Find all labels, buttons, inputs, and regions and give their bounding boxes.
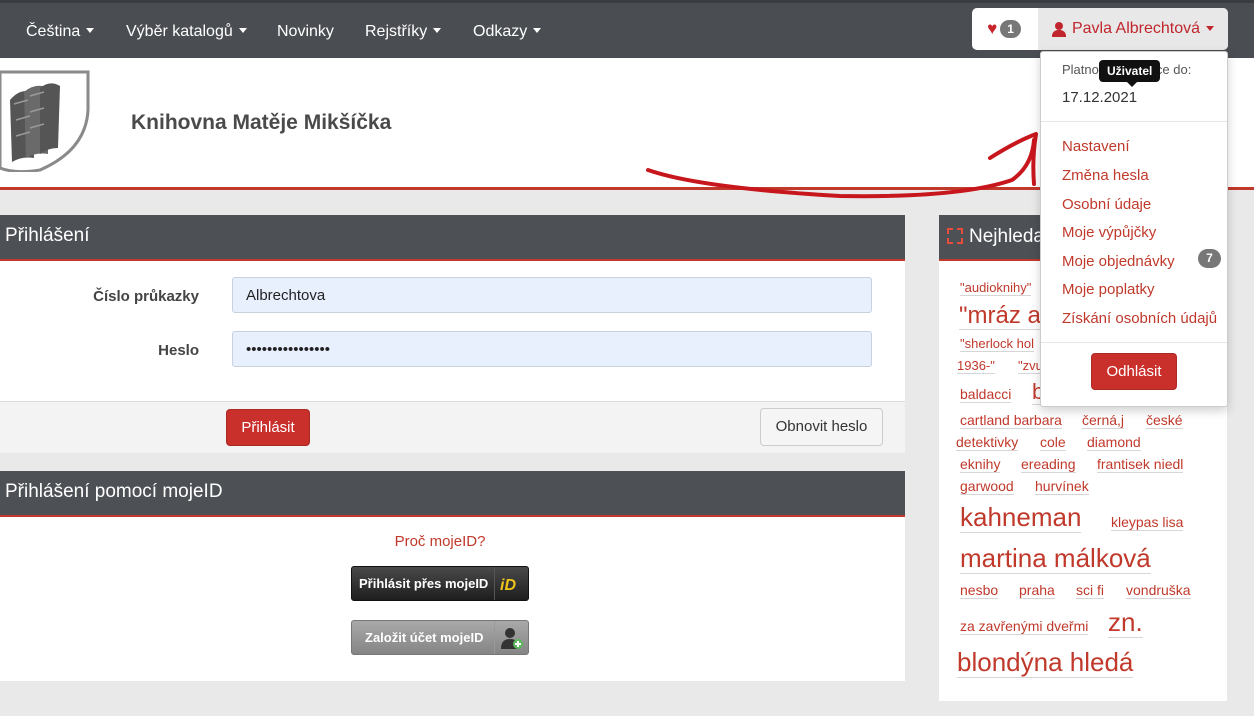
tag-link[interactable]: hurvínek [1035,478,1089,496]
orders-count-badge: 7 [1198,249,1221,268]
tag-link[interactable]: ereading [1021,456,1076,474]
tag-link[interactable]: cartland barbara [960,412,1062,430]
menu-item-obtain-personal-data[interactable]: Získání osobních údajů [1062,310,1217,327]
nav-catalog-label: Výběr katalogů [126,23,233,40]
tag-cloud-title: Nejhleda [969,226,1044,247]
why-mojeid-link[interactable]: Proč mojeID? [0,533,880,550]
favorites-button[interactable]: ♥ 1 [972,8,1036,50]
tag-link[interactable]: kleypas lisa [1111,514,1184,532]
heart-icon: ♥ [987,19,998,38]
tag-link[interactable]: blondýna hledá [957,648,1134,678]
mojeid-login-label: Přihlásit přes mojeID [359,576,489,591]
reset-password-button[interactable]: Obnovit heslo [760,408,883,446]
tag-link[interactable]: zn. [1108,608,1143,638]
tag-link[interactable]: nesbo [960,582,999,600]
menu-item-my-fees[interactable]: Moje poplatky [1062,281,1155,298]
tag-link[interactable]: "sherlock hol [960,336,1034,353]
card-number-input[interactable] [232,277,872,313]
svg-text:iD: iD [500,577,516,594]
tag-link[interactable]: "mráz a [959,302,1041,331]
caret-down-icon [1206,25,1215,31]
mojeid-panel-title: Přihlášení pomocí mojeID [0,471,905,517]
caret-down-icon [86,28,95,34]
caret-down-icon [533,28,542,34]
logout-button[interactable]: Odhlásit [1091,353,1177,390]
tag-link[interactable]: baldacci [960,386,1012,404]
tag-link[interactable]: české [1146,412,1183,430]
caret-down-icon [433,28,442,34]
user-dropdown-menu: Platnost registrace do: 17.12.2021 Nasta… [1040,51,1228,407]
registration-valid-date: 17.12.2021 [1062,89,1138,106]
user-icon [1051,21,1066,37]
tag-link[interactable]: martina málková [960,544,1151,574]
tag-link[interactable]: kahneman [960,503,1082,533]
menu-item-personal-data[interactable]: Osobní údaje [1062,196,1151,213]
card-number-label: Číslo průkazky [93,288,199,305]
login-submit-button[interactable]: Přihlásit [226,409,310,446]
user-tooltip: Uživatel [1099,60,1161,87]
nav-links-label: Odkazy [473,23,528,40]
nav-registers-label: Rejstříky [365,23,428,40]
library-logo [0,70,90,172]
nav-language-dropdown[interactable]: Čeština [26,23,95,41]
library-name: Knihovna Matěje Mikšíčka [131,111,392,134]
mojeid-create-button[interactable]: Založit účet mojeID [351,620,529,655]
mojeid-create-label: Založit účet mojeID [365,630,484,645]
tag-link[interactable]: černá,j [1082,412,1125,430]
tag-link[interactable]: cole [1040,434,1066,452]
favorites-count-badge: 1 [1000,20,1021,38]
mojeid-logo-icon: iD [494,567,528,600]
tag-link[interactable]: praha [1019,582,1055,600]
red-arrow-annotation [646,132,1038,199]
login-panel: Přihlášení Číslo průkazky Heslo Přihlási… [0,215,905,453]
menu-item-my-orders[interactable]: Moje objednávky [1062,253,1175,270]
tag-link[interactable]: sci fi [1076,582,1104,600]
tag-link[interactable]: frantisek niedl [1097,456,1184,474]
menu-item-my-loans[interactable]: Moje výpůjčky [1062,224,1156,241]
menu-item-change-password[interactable]: Změna hesla [1062,167,1149,184]
tag-link[interactable]: vondruška [1126,582,1191,600]
dropdown-divider [1041,342,1227,343]
mojeid-panel: Přihlášení pomocí mojeID Proč mojeID? Př… [0,471,905,681]
nav-catalog-dropdown[interactable]: Výběr katalogů [126,23,247,41]
user-name: Pavla Albrechtová [1071,20,1201,37]
tag-link[interactable]: eknihy [960,456,1001,474]
tag-link[interactable]: diamond [1087,434,1141,452]
login-panel-title: Přihlášení [0,215,905,261]
mojeid-login-button[interactable]: Přihlásit přes mojeID iD [351,566,529,601]
tag-link[interactable]: detektivky [956,434,1019,452]
nav-news-label: Novinky [277,23,334,40]
nav-news-link[interactable]: Novinky [277,23,334,41]
tag-link[interactable]: 1936-" [957,358,995,375]
caret-down-icon [238,28,247,34]
login-form-footer: Přihlásit Obnovit heslo [0,401,905,453]
tag-link[interactable]: za zavřenými dveřmi [960,618,1089,636]
password-input[interactable] [232,331,872,367]
user-menu-button[interactable]: Pavla Albrechtová [1038,8,1228,50]
nav-links-dropdown[interactable]: Odkazy [473,23,542,41]
menu-item-settings[interactable]: Nastavení [1062,138,1130,155]
dropdown-divider [1041,121,1227,122]
nav-language-label: Čeština [26,23,81,40]
add-user-icon [494,621,528,654]
nav-registers-dropdown[interactable]: Rejstříky [365,23,442,41]
tag-link[interactable]: garwood [960,478,1014,496]
password-label: Heslo [158,342,199,359]
cloud-icon [947,228,963,244]
tag-link[interactable]: "audioknihy" [960,280,1032,297]
